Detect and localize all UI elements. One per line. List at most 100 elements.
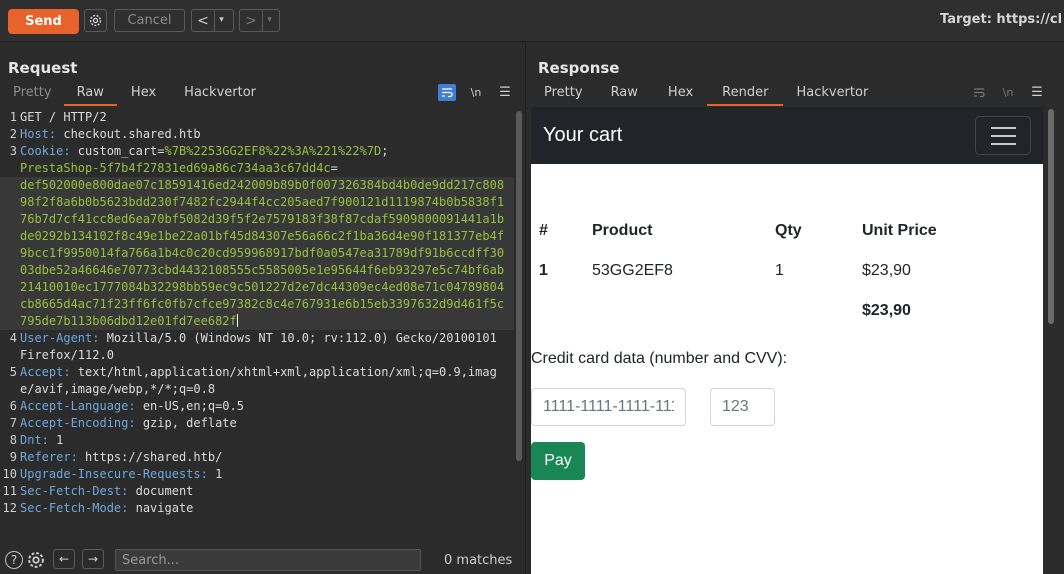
line-green: def502000e800dae07c18591416ed242009b89b0… <box>20 178 505 328</box>
tab-hex[interactable]: Hex <box>654 84 707 106</box>
text-cursor <box>236 314 238 327</box>
cvv-input[interactable] <box>710 388 775 426</box>
row-price: $23,90 <box>862 262 911 279</box>
row-qty: 1 <box>775 262 784 279</box>
line-key: PrestaShop-5f7b4f27831ed69a86c734aa3c67d… <box>20 161 331 175</box>
line-value-green: %7B%2253GG2EF8%22%3A%221%22%7D <box>164 144 382 158</box>
request-tabs: Pretty Raw Hex Hackvertor <box>1 84 270 106</box>
wrap-icon <box>974 88 985 98</box>
line-value: = <box>330 161 338 175</box>
menu-icon[interactable]: ☰ <box>496 84 514 101</box>
navbar-toggler-button[interactable] <box>975 116 1031 155</box>
code-line[interactable]: 8 Dnt: 1 <box>0 432 514 449</box>
target-label[interactable]: Target: https://cl <box>940 12 1062 27</box>
previous-match-button[interactable]: ← <box>53 549 75 569</box>
tab-hackvertor[interactable]: Hackvertor <box>783 84 881 106</box>
code-line[interactable]: 6 Accept-Language: en-US,en;q=0.5 <box>0 398 514 415</box>
line-key: Referer: <box>20 450 86 464</box>
gear-icon <box>89 14 102 27</box>
response-scrollbar[interactable] <box>1046 107 1056 327</box>
code-line[interactable]: 11 Sec-Fetch-Dest: document <box>0 483 514 500</box>
line-key: Accept: <box>20 365 78 379</box>
tab-pretty[interactable]: Pretty <box>532 84 595 106</box>
request-editor[interactable]: 1 GET / HTTP/2 2 Host: checkout.shared.htb 3… <box>0 109 514 540</box>
wrap-lines-toggle[interactable] <box>970 84 988 101</box>
line-content: Cookie: custom_cart=%7B%2253GG2EF8%22%3A… <box>20 143 510 160</box>
navbar-brand[interactable]: Your cart <box>543 124 622 147</box>
code-line[interactable]: def502000e800dae07c18591416ed242009b89b0… <box>0 177 514 330</box>
line-text: GET / HTTP/2 <box>20 110 107 124</box>
menu-icon[interactable]: ☰ <box>1028 84 1046 101</box>
cancel-button[interactable]: Cancel <box>114 9 185 32</box>
line-content: PrestaShop-5f7b4f27831ed69a86c734aa3c67d… <box>20 160 510 177</box>
column-header-unit-price: Unit Price <box>862 222 937 239</box>
code-line[interactable]: 9 Referer: https://shared.htb/ <box>0 449 514 466</box>
line-number: 9 <box>9 450 17 464</box>
code-line[interactable]: PrestaShop-5f7b4f27831ed69a86c734aa3c67d… <box>0 160 514 177</box>
line-key: Cookie: <box>20 144 78 158</box>
cart-total: $23,90 <box>862 302 911 319</box>
card-number-input[interactable] <box>531 388 686 426</box>
request-scrollbar[interactable] <box>514 109 524 504</box>
line-number <box>0 160 20 177</box>
code-line[interactable]: 4 User-Agent: Mozilla/5.0 (Windows NT 10.… <box>0 330 514 364</box>
line-value: text/html,application/xhtml+xml,applicat… <box>20 365 497 396</box>
line-key: Upgrade-Insecure-Requests: <box>20 467 216 481</box>
wrap-lines-toggle[interactable] <box>438 84 456 101</box>
credit-card-label: Credit card data (number and CVV): <box>531 350 788 367</box>
forward-button[interactable]: > <box>240 13 262 29</box>
next-match-button[interactable]: → <box>82 549 104 569</box>
forward-nav-group: > ▾ <box>239 9 280 32</box>
settings-button[interactable] <box>84 9 107 32</box>
line-value: 1 <box>56 433 64 447</box>
tab-render[interactable]: Render <box>707 84 784 106</box>
newline-toggle[interactable]: \n <box>999 84 1017 101</box>
tab-raw[interactable]: Raw <box>63 84 118 106</box>
line-key: Accept-Encoding: <box>20 416 143 430</box>
tab-pretty[interactable]: Pretty <box>1 84 64 106</box>
column-header-qty: Qty <box>775 222 802 239</box>
line-number: 1 <box>9 110 17 124</box>
line-number: 8 <box>9 433 17 447</box>
code-line[interactable]: 2 Host: checkout.shared.htb <box>0 126 514 143</box>
forward-dropdown-button[interactable]: ▾ <box>262 10 276 31</box>
back-button[interactable]: < <box>192 13 214 29</box>
tab-hex[interactable]: Hex <box>117 84 170 106</box>
back-dropdown-button[interactable]: ▾ <box>214 10 228 31</box>
help-icon[interactable]: ? <box>5 551 23 569</box>
line-content: Accept: text/html,application/xhtml+xml,… <box>20 364 510 398</box>
line-number: 5 <box>9 365 17 379</box>
line-number: 12 <box>2 501 17 515</box>
code-line[interactable]: 1 GET / HTTP/2 <box>0 109 514 126</box>
column-header-number: # <box>539 222 548 239</box>
code-line[interactable]: 5 Accept: text/html,application/xhtml+xml… <box>0 364 514 398</box>
tab-raw[interactable]: Raw <box>595 84 654 106</box>
row-number: 1 <box>539 262 548 279</box>
search-input[interactable] <box>115 549 421 571</box>
line-key: Accept-Language: <box>20 399 143 413</box>
line-content: Accept-Encoding: gzip, deflate <box>20 415 510 432</box>
line-key: Host: <box>20 127 64 141</box>
arrow-left-icon: ← <box>58 552 70 566</box>
line-key: User-Agent: <box>20 331 107 345</box>
send-button[interactable]: Send <box>8 9 79 34</box>
column-header-product: Product <box>592 222 653 239</box>
line-number: 7 <box>9 416 17 430</box>
code-line[interactable]: 10 Upgrade-Insecure-Requests: 1 <box>0 466 514 483</box>
code-line[interactable]: 7 Accept-Encoding: gzip, deflate <box>0 415 514 432</box>
line-content: Sec-Fetch-Dest: document <box>20 483 510 500</box>
arrow-right-icon: → <box>87 552 99 566</box>
row-product: 53GG2EF8 <box>592 262 673 279</box>
search-settings-button[interactable] <box>26 550 46 574</box>
cart-table: # Product Qty Unit Price 1 53GG2EF8 1 $2… <box>531 211 1001 331</box>
hamburger-icon <box>990 126 1016 129</box>
line-number: 10 <box>2 467 17 481</box>
line-key: Sec-Fetch-Mode: <box>20 501 136 515</box>
tab-hackvertor[interactable]: Hackvertor <box>170 84 270 106</box>
code-line[interactable]: 3 Cookie: custom_cart=%7B%2253GG2EF8%22%3… <box>0 143 514 160</box>
code-line[interactable]: 12 Sec-Fetch-Mode: navigate <box>0 500 514 517</box>
line-key: Dnt: <box>20 433 57 447</box>
line-value: en-US,en;q=0.5 <box>142 399 244 413</box>
newline-toggle[interactable]: \n <box>467 84 485 101</box>
pay-button[interactable]: Pay <box>531 442 585 480</box>
